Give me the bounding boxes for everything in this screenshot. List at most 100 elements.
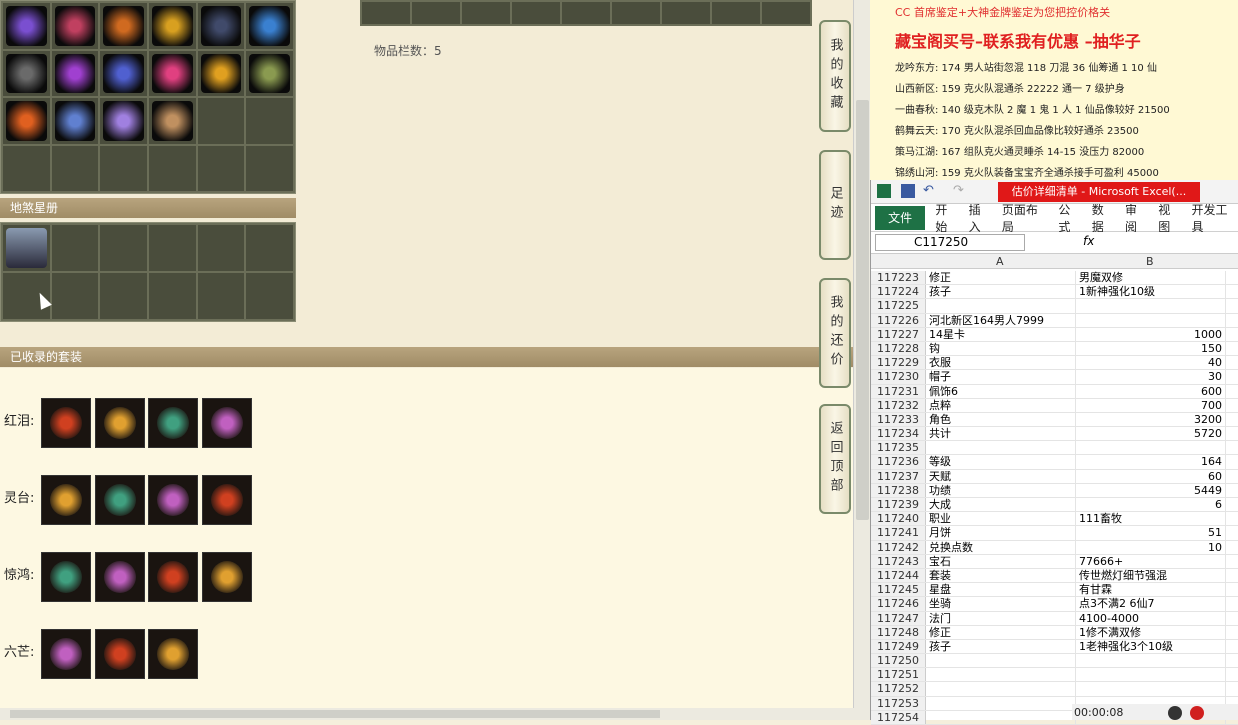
row-number[interactable]: 117250 (871, 654, 926, 668)
cell-a[interactable]: 14星卡 (926, 327, 1076, 341)
cell-a[interactable]: 法门 (926, 611, 1076, 625)
suit-item-icon[interactable] (201, 552, 252, 602)
suit-item-icon[interactable] (41, 552, 91, 602)
row-number[interactable]: 117254 (871, 710, 926, 724)
sidebar-tab[interactable]: 足迹 (819, 150, 851, 260)
cell-a[interactable]: 星盘 (926, 583, 1076, 597)
cell-b[interactable] (1076, 654, 1226, 668)
dishasha-slot[interactable] (100, 273, 147, 319)
inventory-slot[interactable] (197, 145, 245, 191)
cell-b[interactable]: 传世燃灯细节强混 (1076, 568, 1226, 583)
row-number[interactable]: 117231 (871, 384, 926, 398)
inventory-slot[interactable] (100, 50, 147, 96)
row-number[interactable]: 117233 (871, 412, 926, 427)
suit-item-icon[interactable] (41, 475, 91, 525)
inventory-slot[interactable] (51, 145, 99, 191)
cell-b[interactable]: 男魔双修 (1076, 271, 1226, 285)
row-number[interactable]: 117232 (871, 398, 926, 412)
dishasha-slot[interactable] (246, 225, 293, 271)
cell-b[interactable] (1076, 299, 1226, 313)
dishasha-slot[interactable] (51, 273, 99, 319)
sidebar-tab[interactable]: 返回顶部 (819, 404, 851, 514)
suit-item-icon[interactable] (148, 475, 198, 525)
row-number[interactable]: 117228 (871, 341, 926, 356)
inventory-slot[interactable] (246, 145, 293, 191)
row-number[interactable]: 117234 (871, 427, 926, 441)
suit-item-icon[interactable] (41, 398, 91, 448)
cell-a[interactable]: 钩 (926, 341, 1076, 356)
dishasha-slot[interactable] (100, 225, 147, 271)
ribbon-tab[interactable]: 开始 (935, 201, 958, 235)
cell-b[interactable]: 77666+ (1076, 554, 1226, 568)
cell-b[interactable]: 150 (1076, 341, 1226, 356)
cell-a[interactable]: 坐骑 (926, 597, 1076, 611)
save-icon[interactable] (901, 184, 915, 198)
suit-item-icon[interactable] (148, 398, 198, 448)
cell-b[interactable]: 3200 (1076, 412, 1226, 427)
ribbon-tab[interactable]: 文件 (875, 205, 926, 230)
cell-b[interactable]: 30 (1076, 370, 1226, 384)
inventory-slot[interactable] (3, 98, 50, 144)
dishasha-slot[interactable] (149, 273, 196, 319)
cell-b[interactable]: 4100-4000 (1076, 611, 1226, 625)
cell-b[interactable]: 有甘霖 (1076, 583, 1226, 597)
cell-b[interactable] (1076, 682, 1226, 696)
row-number[interactable]: 117247 (871, 611, 926, 625)
dishasha-slot[interactable] (197, 273, 245, 319)
cell-a[interactable] (926, 710, 1076, 724)
row-number[interactable]: 117253 (871, 696, 926, 710)
inventory-slot[interactable] (51, 50, 99, 96)
cell-a[interactable]: 修正 (926, 271, 1076, 285)
dishasha-slot[interactable] (149, 225, 196, 271)
row-number[interactable]: 117226 (871, 313, 926, 327)
row-number[interactable]: 117238 (871, 483, 926, 497)
row-number[interactable]: 117251 (871, 668, 926, 682)
redo-icon[interactable]: ↷ (953, 184, 967, 198)
row-number[interactable]: 117224 (871, 285, 926, 299)
cell-a[interactable] (926, 696, 1076, 710)
row-number[interactable]: 117242 (871, 540, 926, 554)
cell-a[interactable]: 共计 (926, 427, 1076, 441)
inventory-slot[interactable] (149, 50, 196, 96)
suit-item-icon[interactable] (94, 475, 145, 525)
inventory-slot[interactable] (149, 3, 196, 49)
row-number[interactable]: 117248 (871, 625, 926, 639)
suit-item-icon[interactable] (94, 398, 145, 448)
suit-item-icon[interactable] (41, 629, 91, 679)
ribbon-tab[interactable]: 开发工具 (1191, 201, 1238, 235)
ribbon-tab[interactable]: 视图 (1158, 201, 1181, 235)
suit-item-icon[interactable] (94, 629, 145, 679)
cell-a[interactable]: 职业 (926, 512, 1076, 526)
cell-a[interactable]: 河北新区164男人7999 (926, 313, 1076, 327)
cell-a[interactable]: 佩饰6 (926, 384, 1076, 398)
suit-item-icon[interactable] (201, 475, 252, 525)
hscroll-thumb[interactable] (10, 710, 660, 718)
inventory-slot[interactable] (149, 145, 196, 191)
row-number[interactable]: 117241 (871, 526, 926, 540)
row-number[interactable]: 117235 (871, 441, 926, 455)
cell-a[interactable] (926, 668, 1076, 682)
cell-a[interactable]: 孩子 (926, 285, 1076, 299)
cell-b[interactable]: 600 (1076, 384, 1226, 398)
inventory-slot[interactable] (197, 98, 245, 144)
row-number[interactable]: 117243 (871, 554, 926, 568)
inventory-slot[interactable] (3, 50, 50, 96)
cell-a[interactable]: 衣服 (926, 356, 1076, 370)
cell-b[interactable]: 164 (1076, 455, 1226, 469)
row-number[interactable]: 117230 (871, 370, 926, 384)
undo-icon[interactable]: ↶ (923, 184, 937, 198)
pause-icon[interactable] (1168, 706, 1182, 720)
cell-b[interactable]: 5449 (1076, 483, 1226, 497)
cell-a[interactable]: 宝石 (926, 554, 1076, 568)
cell-b[interactable]: 1修不满双修 (1076, 625, 1226, 639)
cell-b[interactable]: 1老神强化3个10级 (1076, 639, 1226, 654)
inventory-slot[interactable] (3, 3, 50, 49)
name-box[interactable]: C117250 (875, 234, 1025, 251)
row-number[interactable]: 117244 (871, 568, 926, 583)
inventory-slot[interactable] (51, 98, 99, 144)
row-number[interactable]: 117223 (871, 271, 926, 285)
cell-b[interactable]: 60 (1076, 469, 1226, 483)
cell-b[interactable]: 700 (1076, 398, 1226, 412)
row-number[interactable]: 117236 (871, 455, 926, 469)
cell-b[interactable] (1076, 441, 1226, 455)
